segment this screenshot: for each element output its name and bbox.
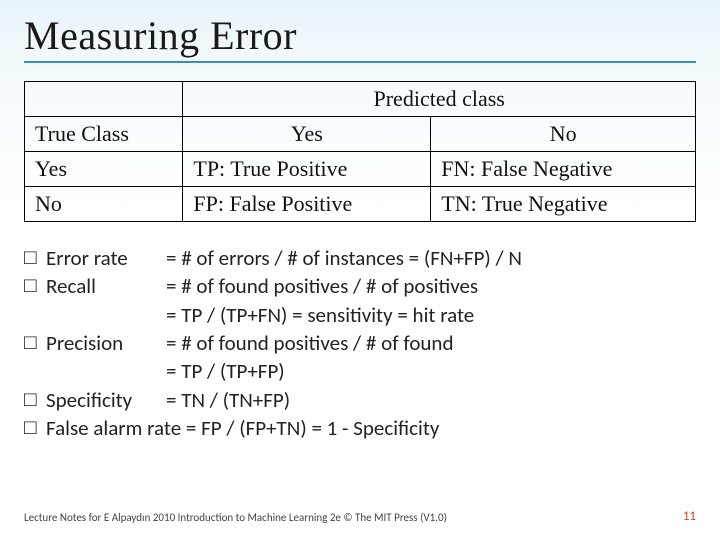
definition-line: = TP / (TP+FP): [24, 357, 696, 385]
row-no-label: No: [25, 187, 183, 222]
col-no-header: No: [431, 117, 696, 152]
predicted-class-header: Predicted class: [183, 82, 696, 117]
bullet-icon: □: [24, 244, 46, 272]
row-yes-label: Yes: [25, 152, 183, 187]
def-specificity: = TN / (TN+FP): [166, 386, 290, 414]
term-specificity: Specificity: [46, 386, 166, 414]
def-precision-2: = TP / (TP+FP): [166, 357, 285, 385]
table-row: True Class Yes No: [25, 117, 696, 152]
bullet-icon: □: [24, 414, 46, 442]
footer-citation: Lecture Notes for E Alpaydın 2010 Introd…: [24, 511, 447, 524]
cell-tn: TN: True Negative: [431, 187, 696, 222]
empty-cell: [25, 82, 183, 117]
slide-title: Measuring Error: [24, 12, 696, 63]
table-row: Predicted class: [25, 82, 696, 117]
bullet-spacer: [24, 301, 46, 329]
cell-tp: TP: True Positive: [183, 152, 431, 187]
def-precision-1: = # of found positives / # of found: [166, 329, 454, 357]
cell-fn: FN: False Negative: [431, 152, 696, 187]
definition-line: □Recall= # of found positives / # of pos…: [24, 272, 696, 300]
bullet-spacer: [24, 357, 46, 385]
bullet-icon: □: [24, 329, 46, 357]
bullet-icon: □: [24, 386, 46, 414]
def-false-alarm: False alarm rate = FP / (FP+TN) = 1 - Sp…: [46, 414, 439, 442]
def-recall-2: = TP / (TP+FN) = sensitivity = hit rate: [166, 301, 474, 329]
definition-line: □Specificity= TN / (TN+FP): [24, 386, 696, 414]
term-recall: Recall: [46, 272, 166, 300]
term-spacer: [46, 301, 166, 329]
cell-fp: FP: False Positive: [183, 187, 431, 222]
slide: Measuring Error Predicted class True Cla…: [0, 0, 720, 540]
definition-line: □Precision= # of found positives / # of …: [24, 329, 696, 357]
definition-line: = TP / (TP+FN) = sensitivity = hit rate: [24, 301, 696, 329]
term-precision: Precision: [46, 329, 166, 357]
definition-line: □Error rate= # of errors / # of instance…: [24, 244, 696, 272]
col-yes-header: Yes: [183, 117, 431, 152]
confusion-matrix: Predicted class True Class Yes No Yes TP…: [24, 81, 696, 222]
def-error-rate: = # of errors / # of instances = (FN+FP)…: [166, 244, 522, 272]
definitions-block: □Error rate= # of errors / # of instance…: [24, 244, 696, 442]
definition-line: □False alarm rate = FP / (FP+TN) = 1 - S…: [24, 414, 696, 442]
table-row: Yes TP: True Positive FN: False Negative: [25, 152, 696, 187]
term-spacer: [46, 357, 166, 385]
page-number: 11: [683, 509, 696, 524]
term-error-rate: Error rate: [46, 244, 166, 272]
true-class-header: True Class: [25, 117, 183, 152]
def-recall-1: = # of found positives / # of positives: [166, 272, 478, 300]
bullet-icon: □: [24, 272, 46, 300]
table-row: No FP: False Positive TN: True Negative: [25, 187, 696, 222]
